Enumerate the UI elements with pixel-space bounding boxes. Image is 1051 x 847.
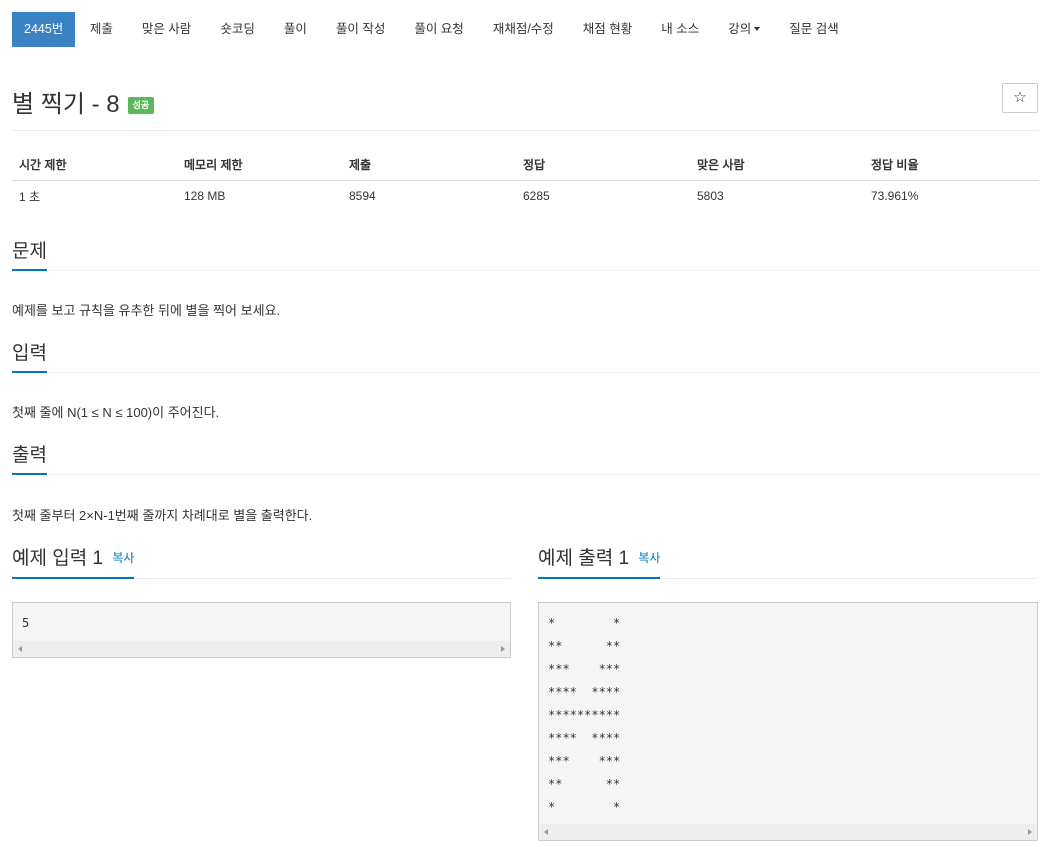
tab-lectures-dropdown[interactable]: 강의 [714,12,775,47]
copy-input-link[interactable]: 복사 [112,551,134,565]
code-line: **** **** [548,731,621,745]
scroll-right-icon[interactable] [501,646,505,652]
scroll-left-icon[interactable] [18,646,22,652]
code-line: ** ** [548,639,621,653]
sample-input-box: 5 [12,602,511,658]
scroll-left-icon[interactable] [544,829,548,835]
code-line: ** ** [548,777,621,791]
output-description: 첫째 줄부터 2×N-1번째 줄까지 차례대로 별을 출력한다. [12,508,313,523]
value-correct: 6285 [523,189,550,204]
horizontal-scrollbar[interactable] [539,824,1037,840]
header-submissions: 제출 [342,150,516,181]
sample-output-heading: 예제 출력 1 복사 [538,544,661,579]
tab-short-coding[interactable]: 숏코딩 [206,12,270,47]
tab-my-source[interactable]: 내 소스 [647,12,714,47]
header-correct: 정답 [516,150,690,181]
tab-accepted-users[interactable]: 맞은 사람 [127,12,205,47]
favorite-star-button[interactable]: ☆ [1002,83,1038,113]
problem-title-row: 별 찍기 - 8 성공 [12,84,155,119]
tab-problem[interactable]: 2445번 [12,12,76,47]
sample-output-header: 예제 출력 1 복사 [538,544,1038,579]
code-line: ********** [548,708,621,722]
code-line: * * [548,616,621,630]
input-heading: 입력 [12,343,47,373]
header-accuracy: 정답 비율 [864,150,1039,181]
problem-title: 별 찍기 - 8 [12,91,120,118]
tab-write-solution[interactable]: 풀이 작성 [321,12,399,47]
value-time-limit: 1 초 [19,189,41,204]
code-line: *** *** [548,754,621,768]
code-line: **** **** [548,685,621,699]
table-header-row: 시간 제한 메모리 제한 제출 정답 맞은 사람 정답 비율 [12,150,1039,181]
input-section-header: 입력 [12,343,1039,373]
value-submissions: 8594 [349,189,376,204]
tab-submit[interactable]: 제출 [75,12,127,47]
code-line: *** *** [548,662,621,676]
tab-request-solution[interactable]: 풀이 요청 [400,12,478,47]
tab-judge-status[interactable]: 채점 현황 [568,12,646,47]
output-section-header: 출력 [12,445,1039,475]
value-accuracy: 73.961% [871,189,919,204]
chevron-down-icon [754,27,761,31]
sample-input-header: 예제 입력 1 복사 [12,544,511,579]
status-badge: 성공 [127,97,155,114]
scroll-right-icon[interactable] [1028,829,1032,835]
horizontal-scrollbar[interactable] [13,641,510,657]
sample-output-content: * * ** ** *** *** **** **** ********** **** *… [539,603,1037,823]
header-time-limit: 시간 제한 [12,150,177,181]
title-divider [12,130,1039,131]
tab-rejudge[interactable]: 재채점/수정 [478,12,568,47]
problem-info-table: 시간 제한 메모리 제한 제출 정답 맞은 사람 정답 비율 1 초 128 M… [12,150,1039,212]
sample-output-title: 예제 출력 1 [538,548,630,569]
header-accepted-users: 맞은 사람 [690,150,864,181]
sample-input-heading: 예제 입력 1 복사 [12,544,135,579]
sample-output-box: * * ** ** *** *** **** **** ********** **** *… [538,602,1038,841]
code-line: * * [548,800,621,814]
value-memory-limit: 128 MB [184,189,226,204]
header-memory-limit: 메모리 제한 [177,150,342,181]
problem-section-header: 문제 [12,241,1039,271]
problem-heading: 문제 [12,241,47,271]
copy-output-link[interactable]: 복사 [638,551,660,565]
star-icon: ☆ [1013,89,1027,106]
code-line: 5 [22,616,30,630]
table-row: 1 초 128 MB 8594 6285 5803 73.961% [12,180,1039,212]
problem-nav: 2445번 제출 맞은 사람 숏코딩 풀이 풀이 작성 풀이 요청 재채점/수정… [12,12,853,47]
sample-input-content: 5 [13,603,510,639]
sample-input-title: 예제 입력 1 [12,548,104,569]
value-accepted-users: 5803 [697,189,724,204]
output-heading: 출력 [12,445,47,475]
tab-solutions[interactable]: 풀이 [269,12,321,47]
input-description: 첫째 줄에 N(1 ≤ N ≤ 100)이 주어진다. [12,405,220,420]
problem-description: 예제를 보고 규칙을 유추한 뒤에 별을 찍어 보세요. [12,303,281,318]
tab-question-search[interactable]: 질문 검색 [775,12,853,47]
tab-lectures-label: 강의 [728,22,752,36]
